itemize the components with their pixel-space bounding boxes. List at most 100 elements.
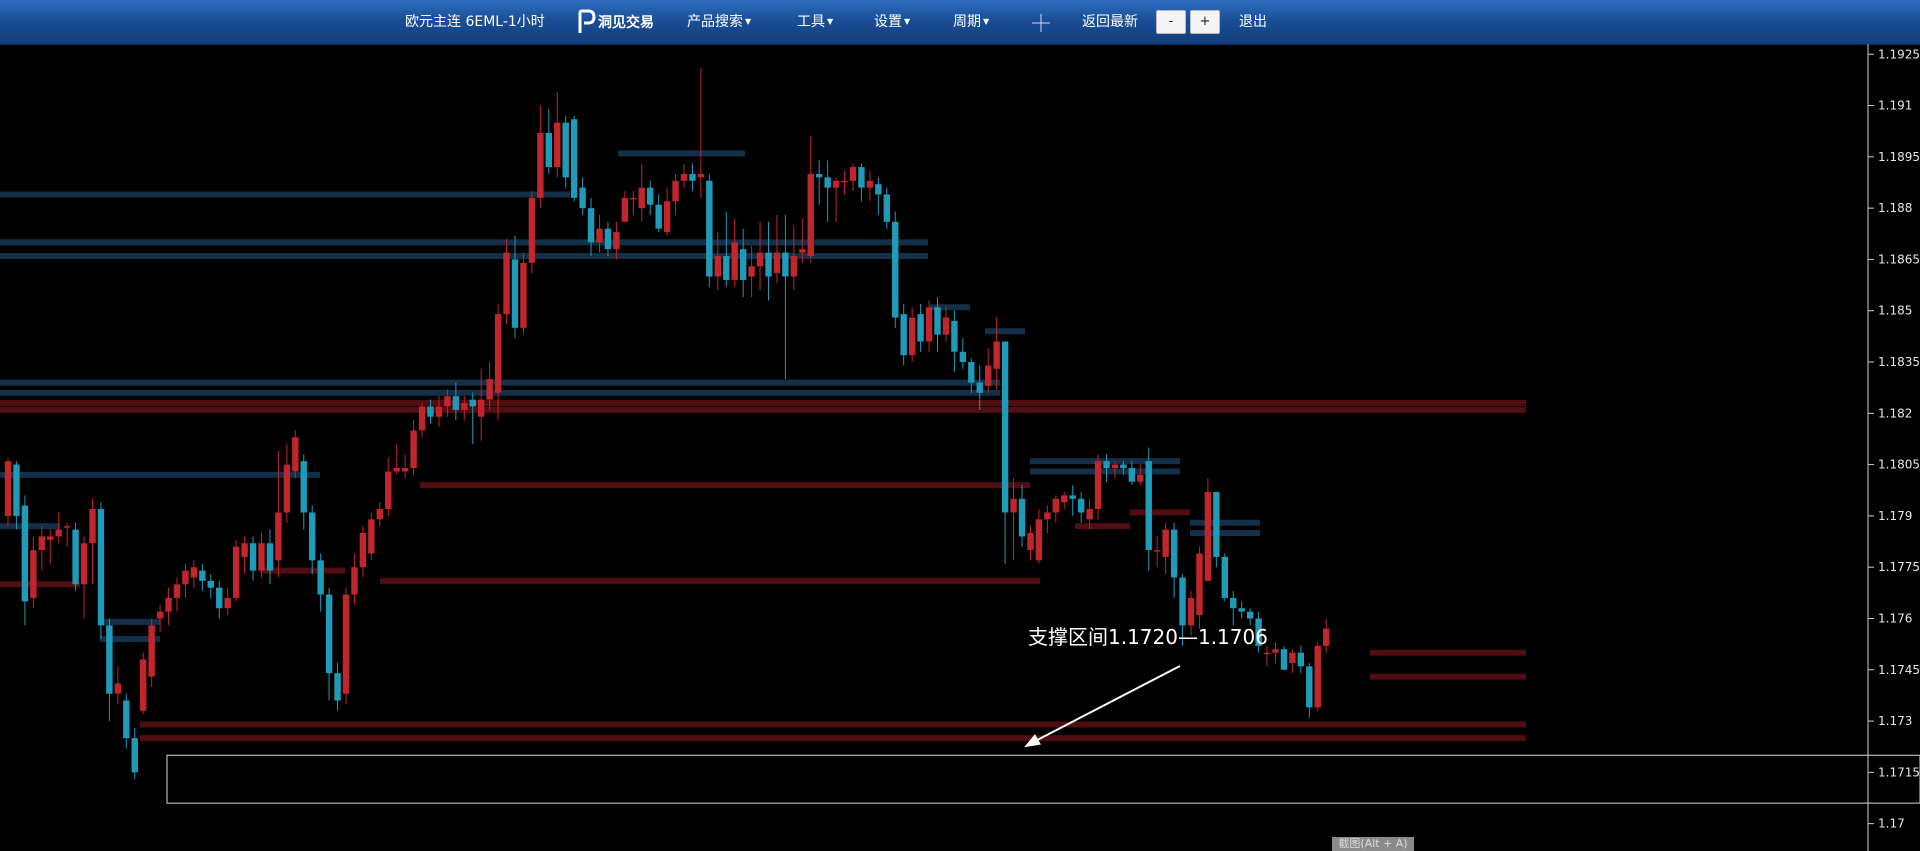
candle-down bbox=[1213, 491, 1220, 557]
candle-down bbox=[706, 180, 713, 277]
p-logo-icon bbox=[578, 9, 596, 33]
candle-down bbox=[968, 362, 975, 383]
tick-label: 1.17 bbox=[1878, 817, 1905, 831]
candle-down bbox=[858, 167, 865, 188]
tools-menu[interactable]: 工具 ▼ bbox=[797, 0, 833, 44]
candle-up bbox=[376, 509, 383, 520]
settings-menu[interactable]: 设置 ▼ bbox=[874, 0, 910, 44]
candle-down bbox=[1238, 608, 1245, 612]
candle-up bbox=[849, 167, 857, 181]
candle-down bbox=[1221, 556, 1228, 598]
crosshair-icon[interactable] bbox=[1031, 13, 1051, 33]
caret-down-icon: ▼ bbox=[983, 17, 990, 26]
candle-up bbox=[1027, 532, 1034, 551]
candle-up bbox=[435, 406, 443, 417]
candle-up bbox=[1094, 461, 1102, 510]
candle-up bbox=[1323, 628, 1330, 646]
tick-label: 1.1895 bbox=[1878, 150, 1920, 164]
candle-up bbox=[173, 584, 181, 598]
exit-button[interactable]: 退出 bbox=[1239, 0, 1267, 44]
level-lines bbox=[0, 150, 1526, 742]
candle-up bbox=[47, 536, 54, 540]
product-search-menu[interactable]: 产品搜索 ▼ bbox=[687, 0, 751, 44]
tick-label: 1.176 bbox=[1878, 611, 1912, 625]
back-to-latest-button[interactable]: 返回最新 bbox=[1082, 0, 1138, 44]
resistance-level-line bbox=[0, 581, 80, 588]
candle-up bbox=[748, 266, 755, 277]
candle-down bbox=[216, 587, 223, 609]
candle-up bbox=[714, 256, 721, 277]
candle-up bbox=[55, 529, 62, 537]
candle-up bbox=[1162, 529, 1169, 557]
candle-up bbox=[1086, 509, 1093, 520]
candle-up bbox=[292, 437, 299, 472]
candle-up bbox=[351, 567, 358, 595]
candle-up bbox=[832, 180, 840, 188]
candle-up bbox=[461, 403, 468, 410]
candle-up bbox=[444, 396, 451, 407]
candle-up bbox=[165, 597, 172, 612]
candle-up bbox=[596, 228, 603, 243]
candle-up bbox=[1204, 491, 1212, 581]
candle-up bbox=[393, 468, 400, 472]
candle-up bbox=[663, 201, 671, 233]
candle-up bbox=[148, 625, 155, 677]
support-level-line bbox=[1190, 529, 1260, 536]
period-menu[interactable]: 周期 ▼ bbox=[953, 0, 989, 44]
tick-label: 1.185 bbox=[1878, 304, 1912, 318]
candlestick-chart[interactable]: 1.1925 1.191 1.1895 1.188 1.1865 1.185 1.1835 1… bbox=[0, 44, 1920, 851]
candle-down bbox=[892, 221, 899, 318]
candle-down bbox=[1179, 577, 1186, 626]
candle-down bbox=[72, 529, 79, 585]
support-level-line bbox=[1030, 468, 1180, 475]
tick-label: 1.1745 bbox=[1878, 663, 1920, 677]
support-level-line bbox=[618, 150, 745, 157]
candle-up bbox=[799, 249, 806, 253]
candle-up bbox=[993, 341, 1000, 369]
tools-label: 工具 bbox=[797, 14, 825, 30]
candle-up bbox=[554, 122, 561, 168]
candle-up bbox=[418, 406, 426, 431]
candle-up bbox=[4, 461, 12, 516]
candle-up bbox=[680, 173, 688, 181]
candle-down bbox=[309, 512, 316, 561]
zoom-in-button[interactable]: + bbox=[1190, 10, 1220, 34]
candle-down bbox=[587, 208, 595, 243]
candle-up bbox=[63, 526, 71, 528]
support-level-line bbox=[0, 471, 320, 478]
candle-up bbox=[1052, 498, 1059, 513]
zoom-out-button[interactable]: - bbox=[1156, 10, 1186, 34]
resistance-level-line bbox=[420, 482, 1030, 489]
candle-down bbox=[1103, 461, 1110, 469]
candle-down bbox=[325, 594, 333, 674]
candle-down bbox=[1120, 464, 1127, 469]
candle-down bbox=[723, 256, 730, 280]
support-zone-label: 支撑区间1.1720—1.1706 bbox=[1028, 625, 1268, 649]
candle-down bbox=[334, 673, 341, 701]
candle-up bbox=[156, 611, 164, 619]
candle-up bbox=[1289, 652, 1296, 663]
candle-down bbox=[900, 314, 907, 356]
candle-up bbox=[1137, 474, 1144, 482]
candle-up bbox=[841, 180, 848, 183]
candles bbox=[4, 67, 1330, 780]
candle-down bbox=[1069, 495, 1076, 499]
candle-down bbox=[570, 119, 578, 198]
settings-label: 设置 bbox=[874, 14, 902, 30]
candle-up bbox=[241, 543, 248, 557]
candle-down bbox=[21, 505, 29, 602]
candle-up bbox=[478, 399, 485, 417]
candle-up bbox=[1196, 553, 1203, 616]
candle-up bbox=[1061, 495, 1068, 503]
resistance-level-line bbox=[140, 721, 1526, 728]
candle-down bbox=[1077, 498, 1085, 513]
candle-down bbox=[1297, 652, 1305, 667]
candle-up bbox=[756, 252, 764, 267]
candle-up bbox=[925, 307, 933, 342]
candle-up bbox=[232, 546, 240, 598]
candle-down bbox=[199, 570, 206, 581]
support-level-line bbox=[0, 191, 570, 198]
candle-up bbox=[1010, 498, 1017, 513]
candle-down bbox=[13, 464, 20, 516]
candle-up bbox=[224, 597, 231, 609]
